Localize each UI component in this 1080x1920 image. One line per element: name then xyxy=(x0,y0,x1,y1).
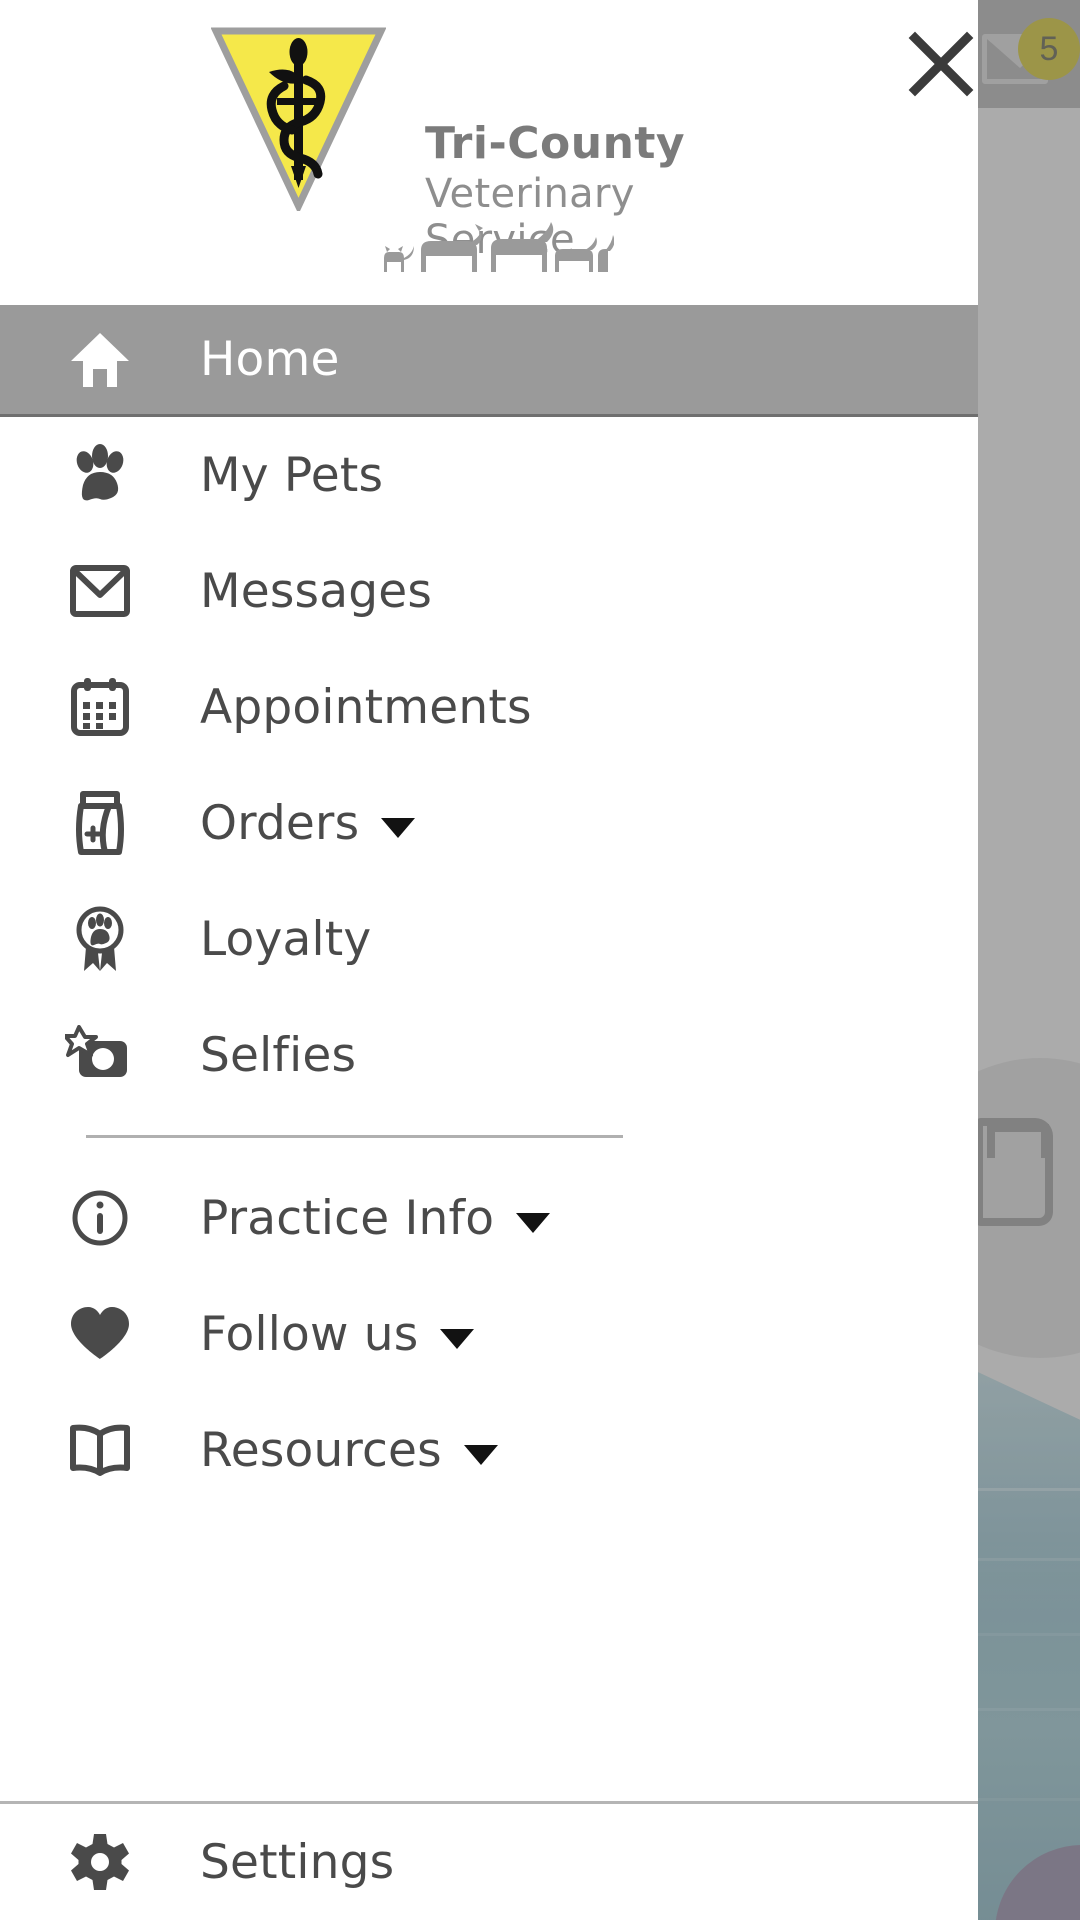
brand-line-1: Tri-County xyxy=(425,118,686,169)
home-icon xyxy=(0,305,200,418)
camera-star-icon xyxy=(0,997,200,1113)
sidebar-item-messages[interactable]: Messages xyxy=(0,533,978,649)
sidebar-item-appointments[interactable]: Appointments xyxy=(0,649,978,765)
sidebar-item-label: Follow us xyxy=(200,1306,419,1362)
screen-root: 5 Tri-County Veterinary Home My Pets Mes… xyxy=(0,0,1080,1920)
sidebar-item-label: Settings xyxy=(200,1834,395,1890)
sidebar-item-selfies[interactable]: Selfies xyxy=(0,997,978,1113)
sidebar-item-settings[interactable]: Settings xyxy=(0,1804,978,1920)
sidebar-item-label: Orders xyxy=(200,795,360,851)
sidebar-item-label: Practice Info xyxy=(200,1190,495,1246)
sidebar-item-label: Selfies xyxy=(200,1027,357,1083)
close-icon xyxy=(908,31,974,97)
sidebar-item-label: Resources xyxy=(200,1422,442,1478)
brand-logo: Tri-County Veterinary Service xyxy=(195,26,755,272)
sidebar-item-label: My Pets xyxy=(200,447,384,503)
sidebar-item-loyalty[interactable]: Loyalty xyxy=(0,881,978,997)
drawer-footer: Settings xyxy=(0,1801,978,1920)
sidebar-item-orders[interactable]: Orders xyxy=(0,765,978,881)
animal-silhouettes-icon xyxy=(384,222,614,272)
food-bag-icon xyxy=(0,765,200,881)
sidebar-item-my-pets[interactable]: My Pets xyxy=(0,417,978,533)
sidebar-item-practice-info[interactable]: Practice Info xyxy=(0,1160,978,1276)
close-drawer-button[interactable] xyxy=(895,18,987,110)
sidebar-item-follow-us[interactable]: Follow us xyxy=(0,1276,978,1392)
info-circle-icon xyxy=(0,1160,200,1276)
drawer-nav-list[interactable]: Home My Pets Messages Appointments Order… xyxy=(0,305,978,1801)
calendar-icon xyxy=(0,649,200,765)
heart-icon xyxy=(0,1276,200,1392)
sidebar-item-resources[interactable]: Resources xyxy=(0,1392,978,1508)
veterinary-caduceus-triangle-logo xyxy=(211,27,386,211)
envelope-icon xyxy=(0,533,200,649)
gear-icon xyxy=(0,1804,200,1920)
award-paw-icon xyxy=(0,881,200,997)
paw-icon xyxy=(0,417,200,533)
open-book-icon xyxy=(0,1392,200,1508)
sidebar-item-home[interactable]: Home xyxy=(0,305,978,417)
sidebar-item-label: Messages xyxy=(200,563,433,619)
chevron-down-icon[interactable] xyxy=(516,1213,551,1233)
sidebar-item-label: Home xyxy=(200,332,340,387)
nav-divider xyxy=(86,1135,623,1138)
chevron-down-icon[interactable] xyxy=(463,1445,498,1465)
drawer-header: Tri-County Veterinary Service xyxy=(0,0,978,305)
sidebar-item-label: Loyalty xyxy=(200,911,372,967)
navigation-drawer: Tri-County Veterinary Service xyxy=(0,0,978,1920)
chevron-down-icon[interactable] xyxy=(440,1329,475,1349)
sidebar-item-label: Appointments xyxy=(200,679,532,735)
chevron-down-icon[interactable] xyxy=(381,818,416,838)
